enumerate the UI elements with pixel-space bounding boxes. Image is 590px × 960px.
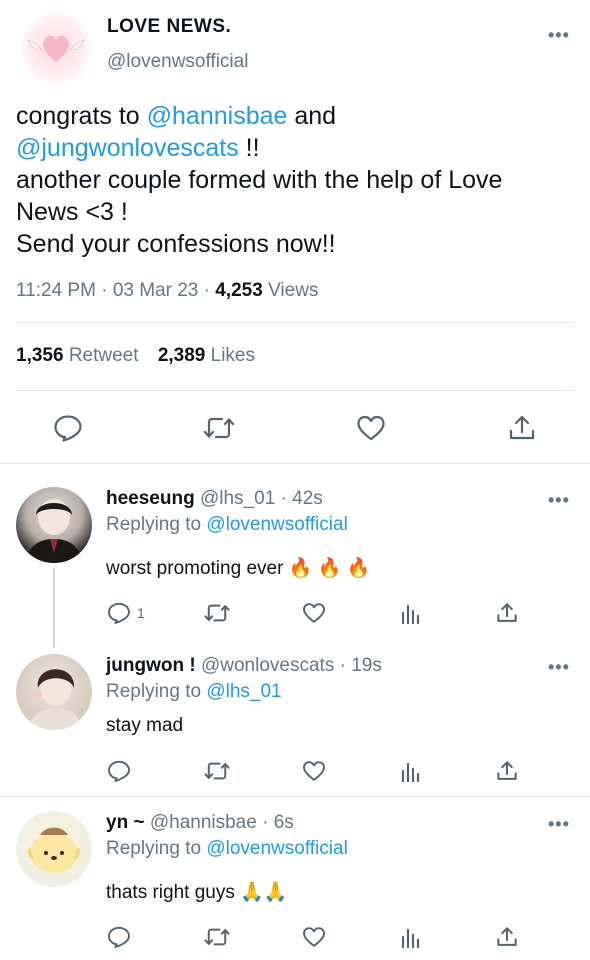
more-icon[interactable]: ••• — [548, 491, 570, 509]
separator: · — [339, 655, 346, 676]
likes-label: Likes — [210, 345, 255, 366]
reply-time[interactable]: 6s — [274, 812, 294, 833]
tweet-text-line: News <3 ! — [16, 198, 128, 226]
reply-author-name[interactable]: heeseung — [106, 488, 195, 509]
reply-header: yn ~ @hannisbae · 6s — [106, 812, 294, 834]
reply-text: thats right guys 🙏🙏 — [106, 880, 287, 904]
author-handle[interactable]: @lovenwsofficial — [107, 51, 248, 73]
avatar[interactable] — [16, 811, 92, 887]
fire-emoji: 🔥 🔥 🔥 — [288, 558, 371, 579]
reply-author-handle[interactable]: @hannisbae — [150, 812, 257, 833]
more-icon[interactable]: ••• — [548, 815, 570, 833]
reply-time[interactable]: 19s — [351, 655, 382, 676]
reply-action-bar — [0, 759, 590, 785]
tweet-text-part: !! — [238, 134, 260, 162]
analytics-icon[interactable] — [400, 759, 422, 783]
retweets-label: Retweet — [68, 345, 139, 366]
reply-icon[interactable] — [107, 601, 131, 625]
tweet-text: congrats to @hannisbae and @jungwonloves… — [16, 100, 586, 260]
share-icon[interactable] — [496, 601, 518, 625]
replying-label: Replying to — [106, 681, 202, 702]
retweet-icon[interactable] — [203, 601, 231, 625]
author-name[interactable]: LOVE NEWS. — [107, 16, 231, 38]
tweet-text-part: congrats to — [16, 102, 147, 130]
tweet-text-line: another couple formed with the help of L… — [16, 166, 503, 194]
replying-to-link[interactable]: @lhs_01 — [206, 681, 281, 702]
separator: · — [280, 488, 287, 509]
divider — [0, 463, 590, 464]
divider — [0, 796, 590, 797]
replying-label: Replying to — [106, 514, 202, 535]
views-label: Views — [268, 280, 319, 301]
main-action-bar — [0, 414, 590, 444]
retweet-icon[interactable] — [203, 759, 231, 783]
separator: · — [203, 280, 210, 301]
share-icon[interactable] — [496, 759, 518, 783]
divider — [16, 390, 574, 391]
separator: · — [101, 280, 108, 301]
likes-count: 2,389 — [157, 345, 206, 366]
more-icon[interactable]: ••• — [548, 658, 570, 676]
reply-text: stay mad — [106, 715, 183, 737]
avatar[interactable] — [16, 654, 92, 730]
avatar-photo — [27, 827, 81, 873]
separator: · — [262, 812, 269, 833]
heart-icon[interactable] — [356, 414, 386, 442]
replying-label: Replying to — [106, 838, 202, 859]
heart-icon[interactable] — [302, 601, 326, 625]
reply-author-name[interactable]: jungwon ! — [106, 655, 196, 676]
heart-icon[interactable] — [302, 759, 326, 783]
reply-text-body: thats right guys — [106, 882, 235, 903]
reply-text-body: stay mad — [106, 715, 184, 736]
mention-link[interactable]: @hannisbae — [147, 102, 288, 130]
tweet-stats: 1,356 Retweet 2,389 Likes — [16, 345, 255, 367]
more-icon[interactable]: ••• — [548, 26, 570, 44]
heart-icon[interactable] — [302, 925, 326, 949]
reply-icon[interactable] — [53, 414, 83, 442]
tweet-meta: 11:24 PM · 03 Mar 23 · 4,253 Views — [16, 280, 318, 302]
winged-heart-logo — [27, 35, 85, 62]
avatar-photo — [26, 499, 82, 563]
replying-to: Replying to @lovenwsofficial — [106, 514, 348, 536]
replying-to-link[interactable]: @lovenwsofficial — [206, 514, 347, 535]
reply-header: heeseung @lhs_01 · 42s — [106, 488, 323, 510]
reply-header: jungwon ! @wonlovescats · 19s — [106, 655, 382, 677]
reply-text-body: worst promoting ever — [106, 558, 284, 579]
mention-link[interactable]: @jungwonlovescats — [16, 134, 239, 162]
reply-author-handle[interactable]: @lhs_01 — [200, 488, 275, 509]
reply-icon[interactable] — [107, 759, 131, 783]
retweet-icon[interactable] — [203, 925, 231, 949]
share-icon[interactable] — [508, 414, 536, 442]
reply-action-bar — [0, 925, 590, 951]
views-count: 4,253 — [215, 280, 263, 301]
tweet-date[interactable]: 03 Mar 23 — [113, 280, 199, 301]
replying-to-link[interactable]: @lovenwsofficial — [206, 838, 347, 859]
pray-emoji: 🙏🙏 — [240, 882, 288, 903]
avatar[interactable] — [16, 487, 92, 563]
reply-icon[interactable] — [107, 925, 131, 949]
reply-author-handle[interactable]: @wonlovescats — [201, 655, 334, 676]
retweet-icon[interactable] — [202, 414, 236, 442]
retweets-count: 1,356 — [16, 345, 64, 366]
reply-author-name[interactable]: yn ~ — [106, 812, 145, 833]
retweets-stat[interactable]: 1,356 Retweet — [16, 345, 139, 366]
analytics-icon[interactable] — [400, 925, 422, 949]
analytics-icon[interactable] — [400, 601, 422, 625]
reply-text: worst promoting ever 🔥 🔥 🔥 — [106, 556, 370, 580]
reply-action-bar: 1 — [0, 601, 590, 627]
replying-to: Replying to @lhs_01 — [106, 681, 282, 703]
likes-stat[interactable]: 2,389 Likes — [158, 345, 255, 366]
divider — [16, 322, 574, 323]
reply-time[interactable]: 42s — [292, 488, 323, 509]
tweet-text-line: Send your confessions now!! — [16, 230, 336, 258]
avatar-photo — [28, 669, 82, 730]
share-icon[interactable] — [496, 925, 518, 949]
tweet-time[interactable]: 11:24 PM — [16, 280, 96, 301]
replying-to: Replying to @lovenwsofficial — [106, 838, 348, 860]
tweet-text-part: and — [287, 102, 337, 130]
reply-count: 1 — [137, 605, 145, 621]
main-avatar[interactable] — [20, 12, 92, 84]
